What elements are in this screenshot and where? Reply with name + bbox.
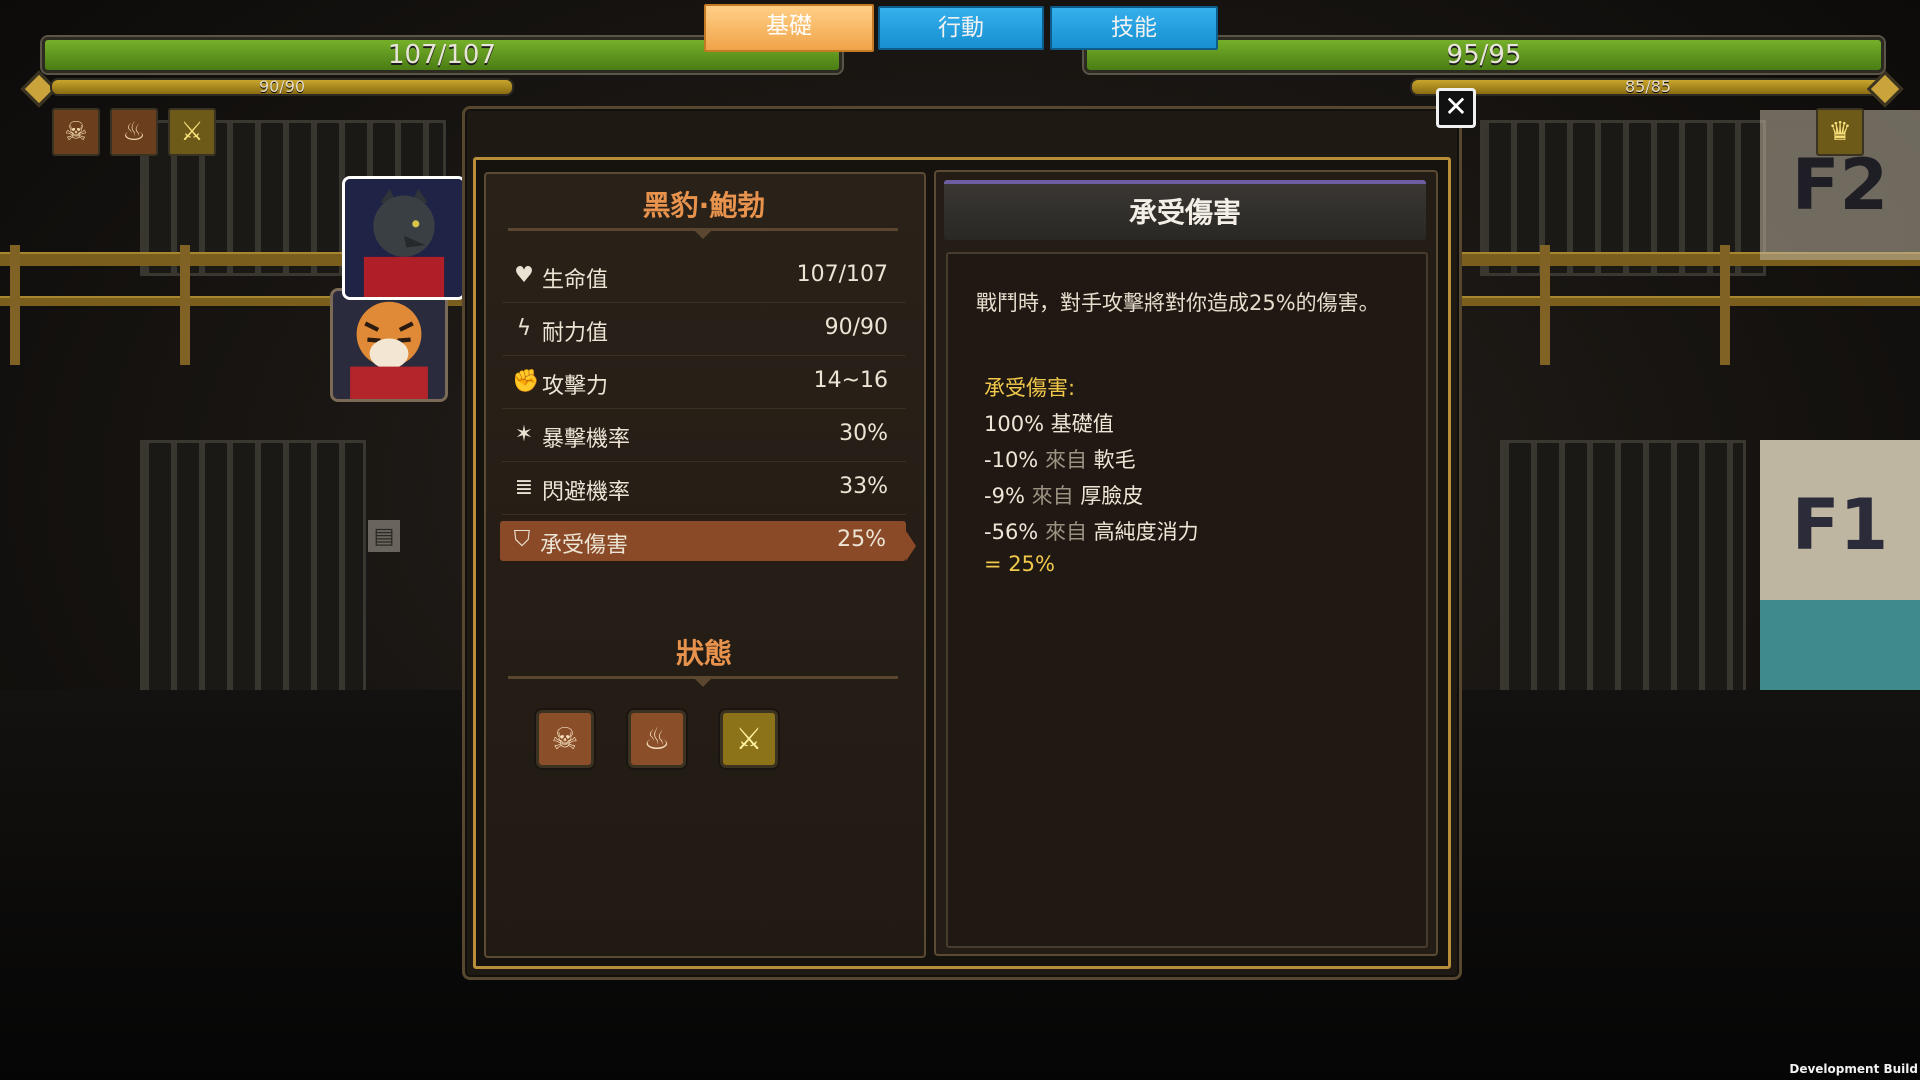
stat-row-stamina[interactable]: ϟ 耐力值 90/90 [502, 305, 906, 356]
breakdown-line: -9% 來自 厚臉皮 [984, 480, 1143, 510]
player-stamina-bar: 90/90 [50, 78, 514, 96]
railing-post [180, 245, 190, 365]
wall-stripe [1760, 600, 1920, 690]
divider [508, 228, 898, 239]
railing-post [1720, 245, 1730, 365]
player-stamina-text: 90/90 [258, 77, 306, 96]
tiger-head-icon[interactable]: ♛ [1816, 108, 1864, 156]
stat-row-damage-taken[interactable]: ⛉ 承受傷害 25% [500, 521, 916, 561]
enemy-stamina-text: 85/85 [1624, 77, 1672, 96]
stat-row-hp[interactable]: ♥ 生命值 107/107 [502, 252, 906, 303]
stat-label: 攻擊力 [542, 374, 609, 399]
breakdown-result: = 25% [984, 552, 1055, 576]
divider [508, 676, 898, 687]
stats-panel: 黑豹·鮑勃 ♥ 生命值 107/107 ϟ 耐力值 90/90 ✊ 攻擊力 14… [484, 172, 926, 958]
stat-row-crit[interactable]: ✶ 暴擊機率 30% [502, 411, 906, 462]
tiger-portrait[interactable] [330, 288, 448, 402]
breakdown-line: -56% 來自 高純度消力 [984, 516, 1199, 546]
crit-icon: ✶ [514, 422, 534, 447]
flame-totem-icon[interactable]: ♨ [628, 710, 686, 768]
detail-description: 戰鬥時，對手攻擊將對你造成25%的傷害。 [976, 291, 1380, 315]
stat-label: 耐力值 [542, 321, 609, 346]
close-icon: ✕ [1444, 90, 1468, 123]
stat-label: 閃避機率 [542, 480, 631, 505]
railing-post [1540, 245, 1550, 365]
tab-skills[interactable]: 技能 [1050, 6, 1218, 50]
stat-value: 14~16 [813, 368, 888, 393]
stat-label: 暴擊機率 [542, 427, 631, 452]
breakdown-value: -9% [984, 484, 1025, 508]
flame-totem-icon[interactable]: ♨ [110, 108, 158, 156]
fist-icon: ✊ [512, 369, 540, 394]
status-title: 狀態 [675, 637, 732, 670]
tab-basic[interactable]: 基礎 [704, 4, 874, 52]
door-sign-icon: ▤ [368, 520, 400, 552]
breakdown-from: 來自 [1044, 448, 1087, 472]
floor-sign-text: F1 [1791, 484, 1889, 566]
tab-label: 行動 [938, 15, 984, 41]
stat-label: 生命值 [542, 268, 609, 293]
cell-bars [140, 440, 366, 696]
breakdown-value: -10% [984, 448, 1039, 472]
detail-panel: 承受傷害 戰鬥時，對手攻擊將對你造成25%的傷害。 承受傷害: 100% 基礎值… [934, 170, 1438, 956]
stat-value: 25% [837, 527, 886, 552]
stat-value: 30% [839, 421, 888, 446]
stat-value: 33% [839, 474, 888, 499]
railing [1440, 296, 1920, 306]
breakdown-title: 承受傷害: [984, 376, 1076, 400]
tiger-face-icon [335, 291, 443, 399]
breakdown-source: 高純度消力 [1093, 520, 1199, 544]
sword-emblem-icon[interactable]: ⚔ [720, 710, 778, 768]
breakdown-value: -56% [984, 520, 1039, 544]
stat-row-dodge[interactable]: ≣ 閃避機率 33% [502, 464, 906, 515]
tab-label: 技能 [1111, 15, 1157, 41]
shield-icon: ⛉ [513, 527, 531, 552]
sword-emblem-icon[interactable]: ⚔ [168, 108, 216, 156]
cell-bars [1500, 440, 1746, 696]
breakdown-source: 軟毛 [1093, 448, 1136, 472]
tab-actions[interactable]: 行動 [878, 6, 1044, 50]
heart-icon: ♥ [514, 263, 534, 288]
demon-mask-icon[interactable]: ☠ [536, 710, 594, 768]
black-panther-portrait[interactable] [342, 176, 466, 300]
stat-label: 承受傷害 [540, 533, 629, 558]
floor-sign-f1: F1 [1760, 440, 1920, 690]
stat-value: 90/90 [824, 315, 888, 340]
enemy-stamina-bar: 85/85 [1410, 78, 1886, 96]
panther-face-icon [345, 179, 463, 297]
breakdown-value: 100% [984, 412, 1045, 436]
breakdown-from: 來自 [1031, 484, 1074, 508]
railing-post [10, 245, 20, 365]
detail-title: 承受傷害 [944, 180, 1426, 240]
character-name: 黑豹·鮑勃 [642, 189, 766, 222]
demon-mask-icon[interactable]: ☠ [52, 108, 100, 156]
breakdown-line: -10% 來自 軟毛 [984, 444, 1136, 474]
detail-body: 戰鬥時，對手攻擊將對你造成25%的傷害。 承受傷害: 100% 基礎值 -10%… [946, 252, 1428, 948]
dodge-icon: ≣ [514, 475, 534, 500]
tab-label: 基礎 [766, 13, 812, 39]
breakdown-label: 基礎值 [1050, 412, 1114, 436]
stat-row-attack[interactable]: ✊ 攻擊力 14~16 [502, 358, 906, 409]
breakdown-source: 厚臉皮 [1080, 484, 1144, 508]
close-button[interactable]: ✕ [1436, 88, 1476, 128]
development-build-label: Development Build [1789, 1062, 1918, 1076]
stat-value: 107/107 [796, 262, 888, 287]
breakdown-from: 來自 [1044, 520, 1087, 544]
floor-sign-text: F2 [1791, 144, 1889, 226]
lightning-icon: ϟ [516, 316, 532, 341]
breakdown-line: 100% 基礎值 [984, 408, 1114, 438]
